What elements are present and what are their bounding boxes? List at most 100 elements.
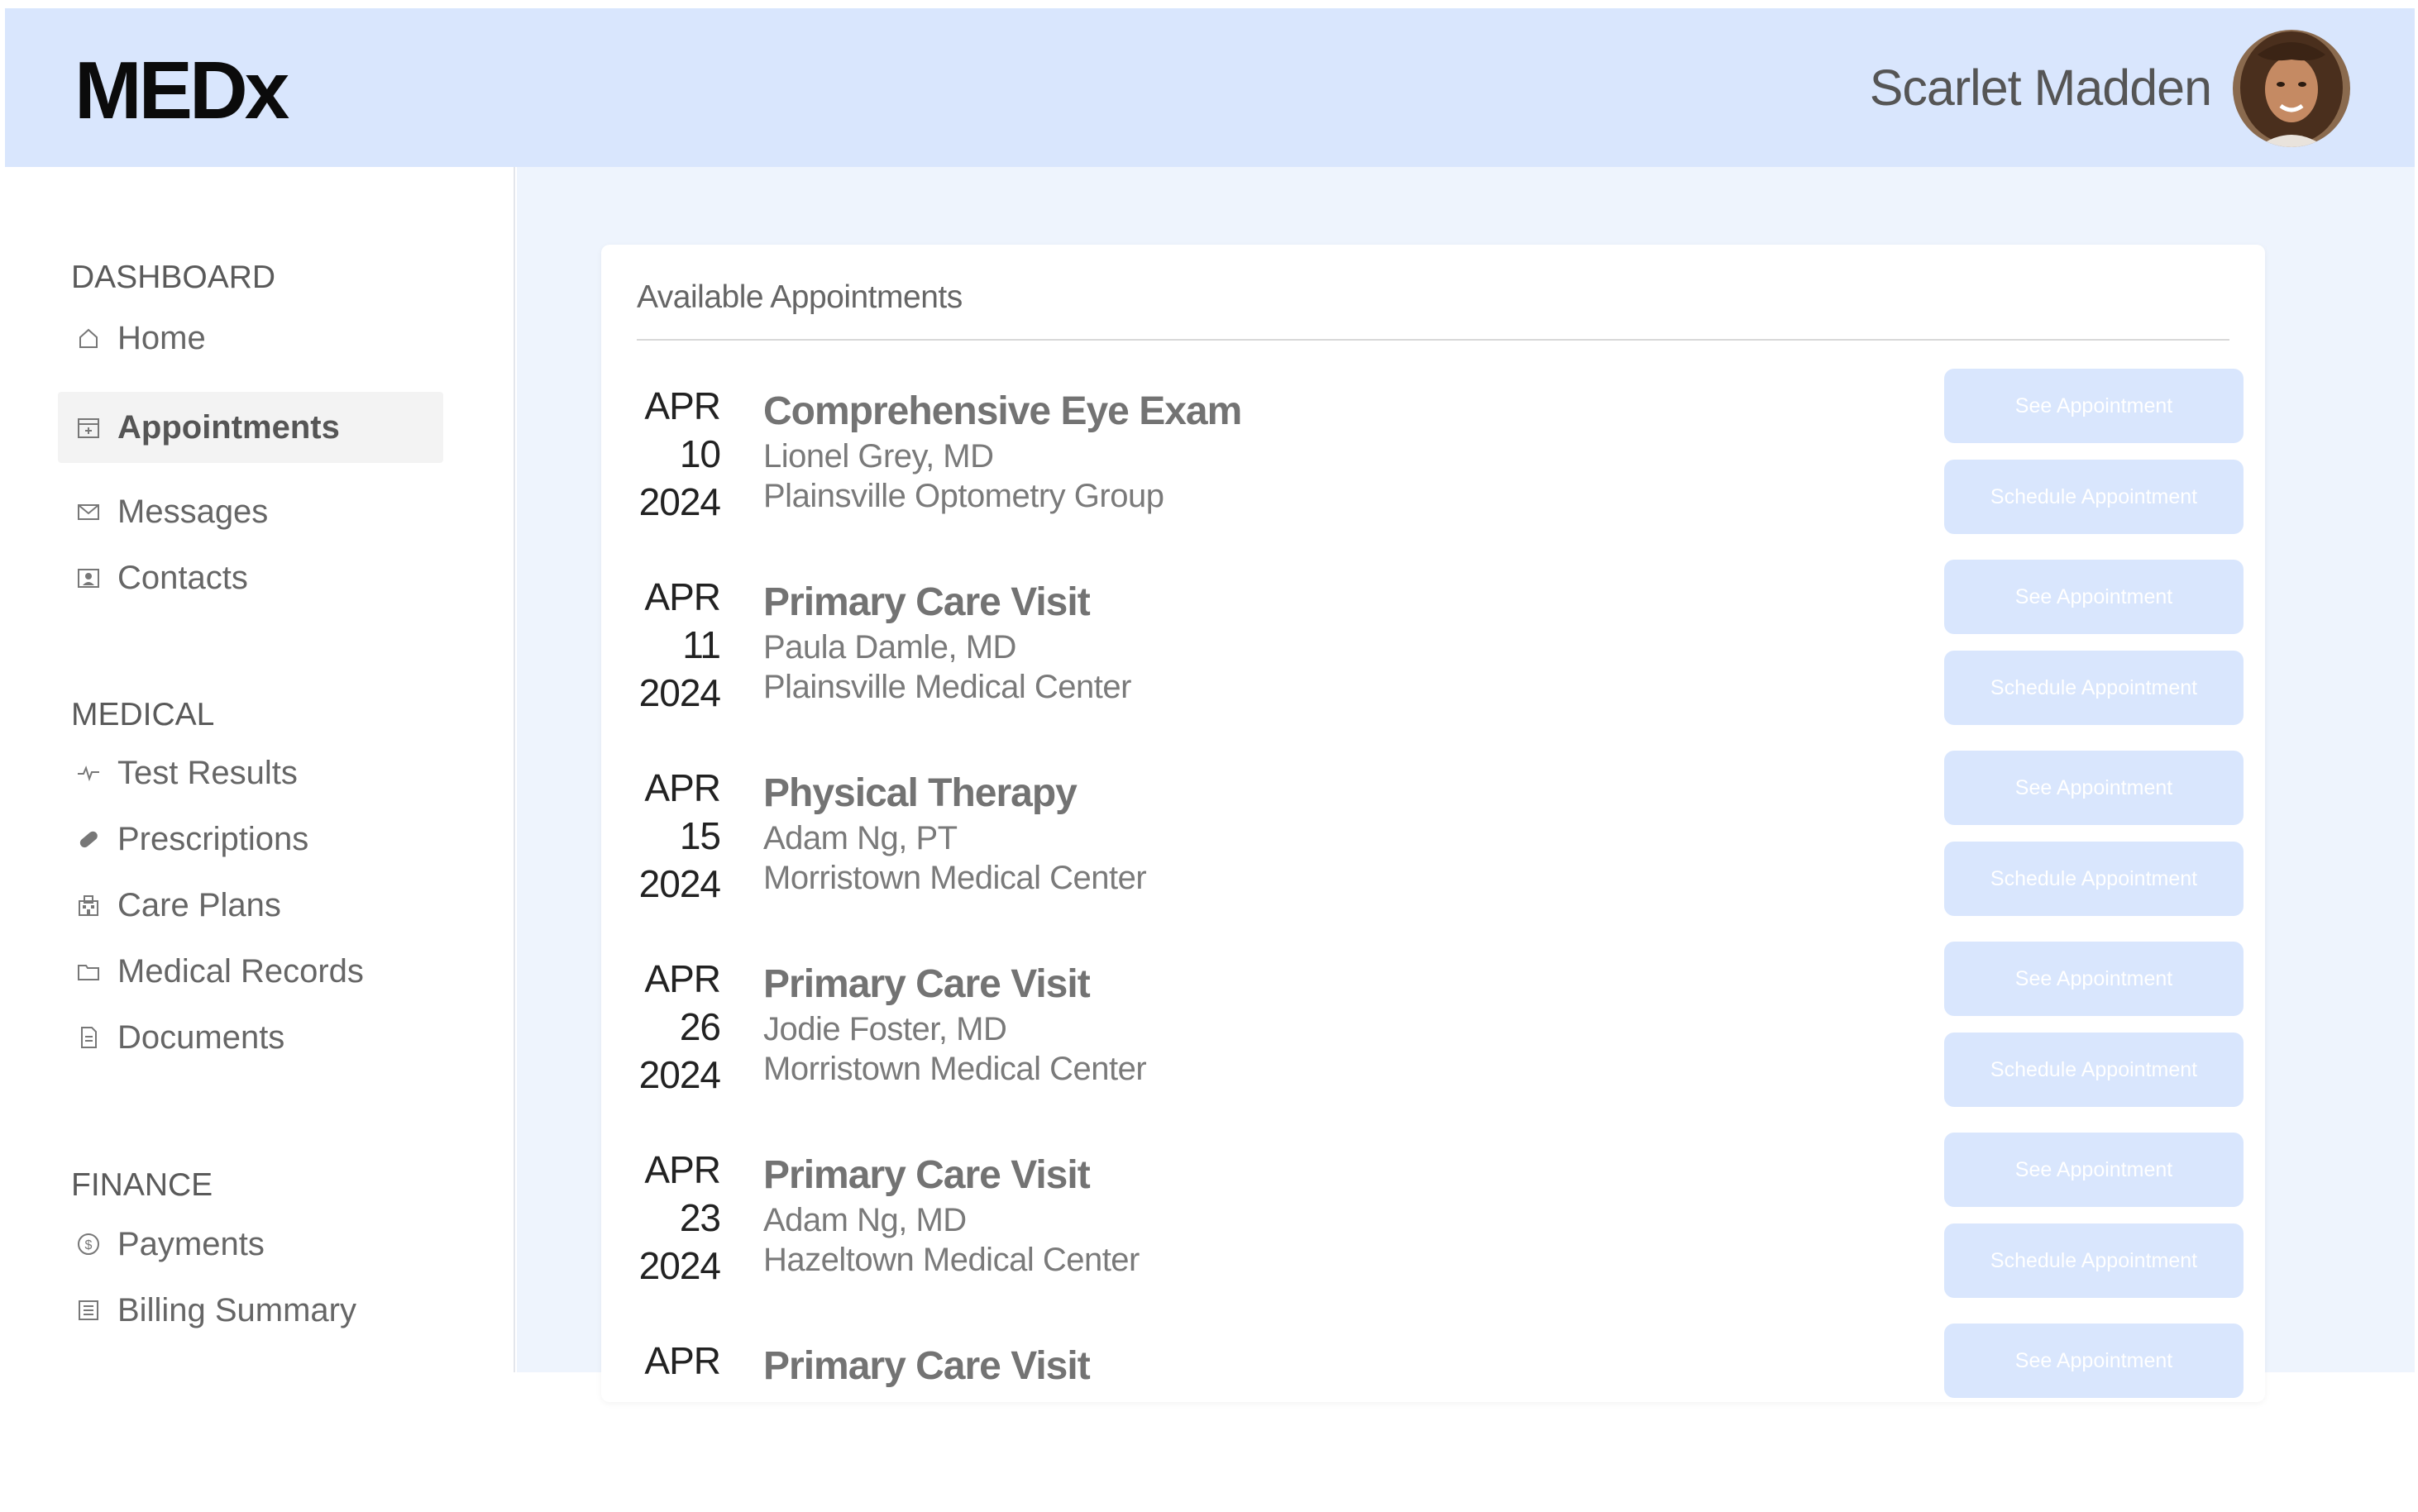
svg-text:$: $ xyxy=(85,1238,93,1252)
date-month: APR xyxy=(644,957,721,1000)
appointment-date: APR 26 2024 xyxy=(618,955,721,1099)
sidebar-item-care-plans[interactable]: Care Plans xyxy=(58,870,443,941)
date-year: 2024 xyxy=(638,671,721,714)
date-year: 2024 xyxy=(638,480,721,523)
dollar-coin-icon: $ xyxy=(74,1230,103,1258)
sidebar-item-label: Contacts xyxy=(117,560,248,596)
appointment-doctor: Lionel Grey, MD xyxy=(763,438,994,475)
see-appointment-button[interactable]: See Appointment xyxy=(1944,942,2244,1016)
appointment-row: APR 23 2024 Primary Care Visit Adam Ng, … xyxy=(601,1133,2265,1321)
schedule-appointment-button[interactable]: Schedule Appointment xyxy=(1944,1223,2244,1298)
appointment-location: Morristown Medical Center xyxy=(763,860,1147,896)
envelope-icon xyxy=(74,498,103,526)
section-title-medical: MEDICAL xyxy=(71,697,215,732)
see-appointment-button[interactable]: See Appointment xyxy=(1944,1133,2244,1207)
sidebar-item-label: Test Results xyxy=(117,755,298,791)
sidebar-item-contacts[interactable]: Contacts xyxy=(58,542,443,613)
schedule-appointment-button[interactable]: Schedule Appointment xyxy=(1944,460,2244,534)
section-title-finance: FINANCE xyxy=(71,1167,213,1203)
appointments-card: Available Appointments APR 10 2024 Compr… xyxy=(601,245,2265,1402)
sidebar-item-prescriptions[interactable]: Prescriptions xyxy=(58,804,443,875)
sidebar-item-label: Home xyxy=(117,320,206,356)
appointment-date: APR 23 2024 xyxy=(618,1146,721,1290)
sidebar-item-label: Billing Summary xyxy=(117,1292,356,1328)
see-appointment-button[interactable]: See Appointment xyxy=(1944,751,2244,825)
appointment-doctor: Adam Ng, PT xyxy=(763,820,958,856)
date-year: 2024 xyxy=(638,862,721,905)
sidebar-item-home[interactable]: Home xyxy=(58,303,443,374)
ledger-icon xyxy=(74,1296,103,1324)
schedule-appointment-button[interactable]: Schedule Appointment xyxy=(1944,1033,2244,1107)
sidebar-item-billing-summary[interactable]: Billing Summary xyxy=(58,1275,443,1346)
see-appointment-button[interactable]: See Appointment xyxy=(1944,560,2244,634)
schedule-appointment-button[interactable]: Schedule Appointment xyxy=(1944,842,2244,916)
sidebar-item-payments[interactable]: $ Payments xyxy=(58,1209,443,1280)
appointment-title: Primary Care Visit xyxy=(763,1153,1091,1197)
date-month: APR xyxy=(644,1339,721,1382)
appointment-title: Primary Care Visit xyxy=(763,580,1091,624)
contact-card-icon xyxy=(74,564,103,592)
appointment-doctor: Paula Damle, MD xyxy=(763,629,1016,665)
date-day: 11 xyxy=(682,623,721,666)
appointment-doctor: Jodie Foster, MD xyxy=(763,1011,1007,1047)
sidebar-item-label: Prescriptions xyxy=(117,821,309,857)
appointment-row: APR Primary Care Visit See Appointment xyxy=(601,1324,2265,1512)
date-month: APR xyxy=(644,575,721,618)
see-appointment-button[interactable]: See Appointment xyxy=(1944,369,2244,443)
date-day: 26 xyxy=(679,1005,721,1048)
appointment-title: Primary Care Visit xyxy=(763,1344,1091,1388)
appointment-title: Primary Care Visit xyxy=(763,962,1091,1006)
user-avatar[interactable] xyxy=(2233,30,2350,147)
appointment-location: Plainsville Medical Center xyxy=(763,669,1131,705)
pulse-icon xyxy=(74,759,103,787)
sidebar-item-messages[interactable]: Messages xyxy=(58,476,443,547)
date-month: APR xyxy=(644,1148,721,1191)
appointment-row: APR 26 2024 Primary Care Visit Jodie Fos… xyxy=(601,942,2265,1130)
home-icon xyxy=(74,324,103,352)
card-title: Available Appointments xyxy=(637,279,963,315)
date-day: 23 xyxy=(679,1196,721,1239)
date-day: 10 xyxy=(679,432,721,475)
hospital-icon xyxy=(74,891,103,919)
appointment-date: APR 15 2024 xyxy=(618,764,721,908)
appointment-title: Physical Therapy xyxy=(763,771,1078,815)
folder-icon xyxy=(74,957,103,985)
sidebar-item-test-results[interactable]: Test Results xyxy=(58,737,443,808)
sidebar-item-label: Care Plans xyxy=(117,887,281,923)
appointment-date: APR 10 2024 xyxy=(618,382,721,526)
sidebar-item-medical-records[interactable]: Medical Records xyxy=(58,936,443,1007)
sidebar-item-documents[interactable]: Documents xyxy=(58,1002,443,1073)
date-month: APR xyxy=(644,384,721,427)
card-divider xyxy=(637,339,2229,341)
appointment-location: Plainsville Optometry Group xyxy=(763,478,1164,514)
sidebar-item-label: Payments xyxy=(117,1226,265,1262)
appointment-location: Hazeltown Medical Center xyxy=(763,1242,1140,1278)
sidebar: DASHBOARD Home Appointments Messages Con… xyxy=(5,167,515,1372)
sidebar-item-label: Appointments xyxy=(117,409,340,446)
appointment-row: APR 15 2024 Physical Therapy Adam Ng, PT… xyxy=(601,751,2265,939)
document-icon xyxy=(74,1023,103,1052)
appointment-doctor: Adam Ng, MD xyxy=(763,1202,967,1238)
date-day: 15 xyxy=(679,814,721,857)
date-month: APR xyxy=(644,766,721,809)
appointment-date: APR 11 2024 xyxy=(618,573,721,717)
appointment-location: Morristown Medical Center xyxy=(763,1051,1147,1087)
sidebar-item-label: Messages xyxy=(117,494,269,530)
see-appointment-button[interactable]: See Appointment xyxy=(1944,1324,2244,1398)
date-year: 2024 xyxy=(638,1244,721,1287)
sidebar-item-label: Medical Records xyxy=(117,953,364,990)
appointment-row: APR 10 2024 Comprehensive Eye Exam Lione… xyxy=(601,369,2265,557)
date-year: 2024 xyxy=(638,1053,721,1096)
sidebar-item-appointments[interactable]: Appointments xyxy=(58,392,443,463)
schedule-appointment-button[interactable]: Schedule Appointment xyxy=(1944,651,2244,725)
appointment-date: APR xyxy=(618,1337,721,1385)
user-name[interactable]: Scarlet Madden xyxy=(1870,63,2212,113)
appointment-title: Comprehensive Eye Exam xyxy=(763,389,1242,433)
pill-icon xyxy=(74,825,103,853)
calendar-icon xyxy=(74,413,103,441)
section-title-dashboard: DASHBOARD xyxy=(71,260,276,295)
top-header: MEDx Scarlet Madden xyxy=(5,8,2415,167)
app-logo[interactable]: MEDx xyxy=(74,50,289,131)
appointment-row: APR 11 2024 Primary Care Visit Paula Dam… xyxy=(601,560,2265,748)
sidebar-item-label: Documents xyxy=(117,1019,285,1056)
